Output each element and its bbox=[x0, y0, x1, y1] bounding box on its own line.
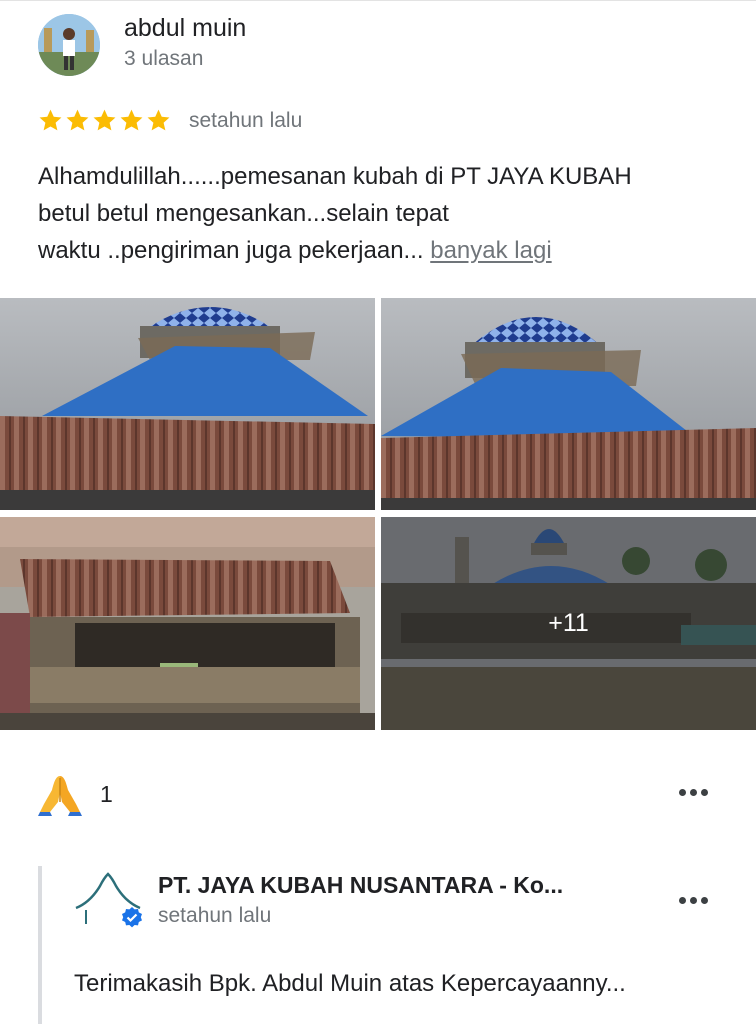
review-more-options-icon[interactable] bbox=[679, 789, 708, 796]
review-text-fragment: waktu ..pengiriman juga pekerjaan... bbox=[38, 237, 431, 264]
review-text-line: waktu ..pengiriman juga pekerjaan... ban… bbox=[38, 232, 738, 269]
star-icon bbox=[66, 109, 89, 131]
read-more-link[interactable]: banyak lagi bbox=[430, 237, 551, 264]
star-rating bbox=[38, 108, 171, 133]
reply-more-options-icon[interactable] bbox=[679, 897, 708, 904]
star-icon bbox=[39, 109, 62, 131]
review-text: Alhamdulillah......pemesanan kubah di PT… bbox=[38, 158, 738, 269]
review-time: setahun lalu bbox=[189, 109, 303, 132]
star-icon bbox=[147, 109, 170, 131]
reaction-row: 1 bbox=[36, 772, 113, 816]
reply-indent-bar bbox=[38, 866, 42, 1024]
reaction-count: 1 bbox=[100, 780, 113, 807]
review-text-line: Alhamdulillah......pemesanan kubah di PT… bbox=[38, 163, 632, 190]
review-photo[interactable] bbox=[381, 298, 756, 510]
review-text-line: betul betul mengesankan...selain tepat bbox=[38, 200, 449, 227]
more-photos-count[interactable]: +11 bbox=[381, 517, 756, 730]
review-photo[interactable] bbox=[0, 298, 375, 510]
star-icon bbox=[93, 109, 116, 131]
folded-hands-emoji-icon[interactable] bbox=[36, 772, 84, 816]
reviewer-name[interactable]: abdul muin bbox=[124, 14, 246, 43]
reviewer-review-count: 3 ulasan bbox=[124, 47, 204, 70]
owner-name[interactable]: PT. JAYA KUBAH NUSANTARA - Ko... bbox=[158, 872, 563, 899]
star-icon bbox=[120, 109, 143, 131]
owner-reply-time: setahun lalu bbox=[158, 904, 272, 927]
verified-badge-icon bbox=[122, 907, 142, 928]
owner-reply-text[interactable]: Terimakasih Bpk. Abdul Muin atas Keperca… bbox=[74, 970, 626, 998]
top-divider bbox=[0, 0, 756, 1]
review-photo[interactable] bbox=[0, 517, 375, 730]
reviewer-avatar[interactable] bbox=[38, 14, 100, 76]
more-photos-tile[interactable]: +11 bbox=[381, 517, 756, 730]
